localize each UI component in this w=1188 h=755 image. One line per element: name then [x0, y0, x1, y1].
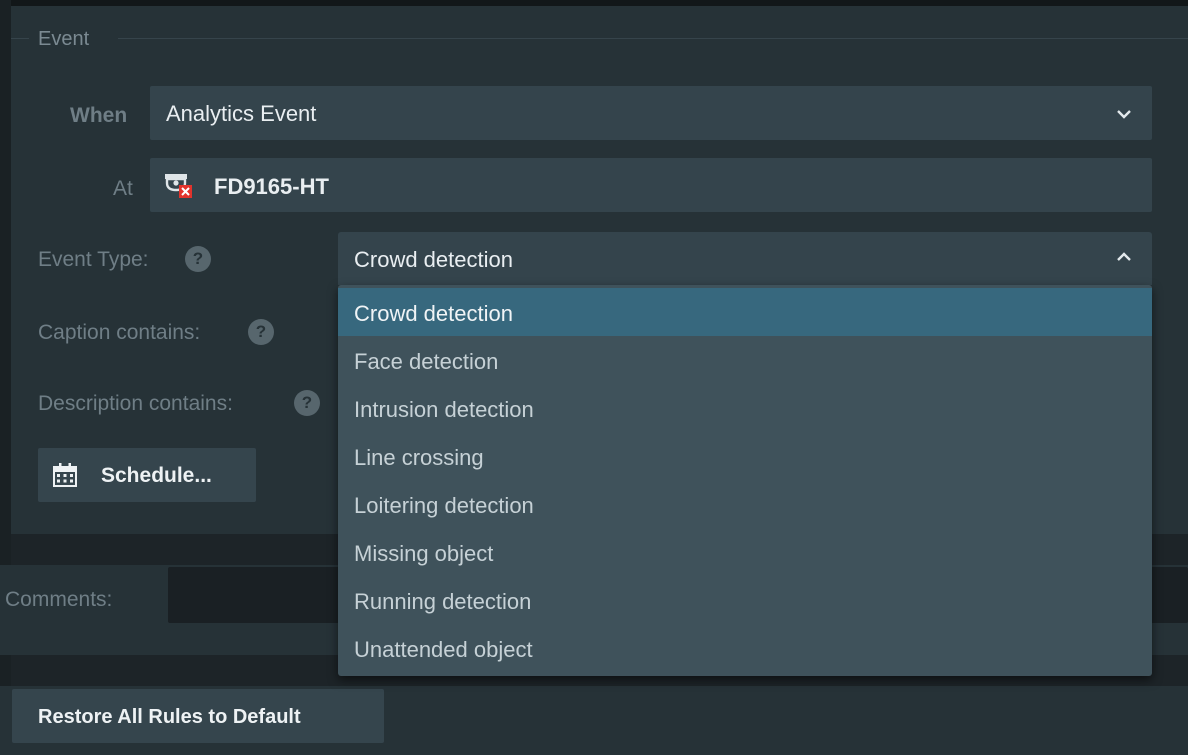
restore-all-rules-button[interactable]: Restore All Rules to Default — [12, 689, 384, 743]
option-label: Loitering detection — [354, 493, 534, 518]
when-label: When — [70, 104, 128, 127]
event-type-dropdown: Crowd detection Face detection Intrusion… — [338, 285, 1152, 676]
when-select[interactable]: Analytics Event — [150, 86, 1152, 140]
at-device-field[interactable]: FD9165-HT — [150, 158, 1152, 212]
when-select-value: Analytics Event — [166, 101, 317, 126]
restore-all-rules-label: Restore All Rules to Default — [38, 706, 301, 728]
dropdown-option-loitering-detection[interactable]: Loitering detection — [338, 480, 1152, 528]
option-label: Intrusion detection — [354, 397, 534, 422]
at-label: At — [113, 177, 133, 200]
option-label: Running detection — [354, 589, 532, 614]
help-icon[interactable]: ? — [185, 246, 211, 272]
help-icon[interactable]: ? — [248, 319, 274, 345]
schedule-button[interactable]: Schedule... — [38, 448, 256, 502]
option-label: Unattended object — [354, 637, 533, 662]
dropdown-option-missing-object[interactable]: Missing object — [338, 528, 1152, 576]
dropdown-option-intrusion-detection[interactable]: Intrusion detection — [338, 384, 1152, 432]
help-icon[interactable]: ? — [294, 390, 320, 416]
dropdown-option-line-crossing[interactable]: Line crossing — [338, 432, 1152, 480]
fieldset-border-left — [11, 38, 29, 39]
event-type-select[interactable]: Crowd detection — [338, 232, 1152, 285]
description-contains-label: Description contains: — [38, 392, 233, 415]
dropdown-option-unattended-object[interactable]: Unattended object — [338, 624, 1152, 672]
dropdown-option-crowd-detection[interactable]: Crowd detection — [338, 288, 1152, 336]
calendar-icon — [53, 463, 77, 487]
dropdown-option-running-detection[interactable]: Running detection — [338, 576, 1152, 624]
camera-offline-icon — [165, 174, 192, 198]
event-type-label: Event Type: — [38, 248, 149, 271]
event-type-select-value: Crowd detection — [354, 247, 513, 272]
event-legend: Event — [38, 28, 90, 50]
fieldset-border-right — [118, 38, 1188, 39]
comments-label: Comments: — [5, 588, 113, 611]
chevron-up-icon — [1117, 252, 1131, 261]
option-label: Line crossing — [354, 445, 484, 470]
chevron-down-icon — [1117, 110, 1131, 119]
at-device-name: FD9165-HT — [214, 174, 329, 199]
dropdown-option-face-detection[interactable]: Face detection — [338, 336, 1152, 384]
option-label: Face detection — [354, 349, 499, 374]
schedule-button-label: Schedule... — [101, 464, 212, 487]
caption-contains-label: Caption contains: — [38, 321, 201, 344]
option-label: Missing object — [354, 541, 494, 566]
option-label: Crowd detection — [354, 301, 513, 326]
